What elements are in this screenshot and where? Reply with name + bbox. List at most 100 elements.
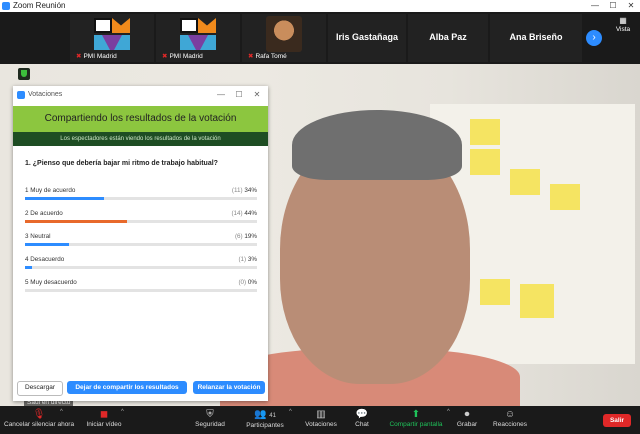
leave-meeting-button[interactable]: Salir <box>603 414 631 427</box>
participant-tile[interactable]: Iris Gastañaga <box>328 14 406 62</box>
shield-icon: ⛨ <box>206 409 214 420</box>
result-bar-fill <box>25 197 104 200</box>
participant-name: Iris Gastañaga <box>335 32 399 42</box>
result-bar-fill <box>25 220 128 223</box>
option-percent: 44% <box>244 210 257 217</box>
video-options-caret-icon[interactable]: ^ <box>121 409 124 415</box>
participant-tile[interactable]: ✖ PMI Madrid <box>70 14 154 62</box>
poll-question: 1. ¿Pienso que debería bajar mi ritmo de… <box>25 160 218 167</box>
share-caret-icon[interactable]: ^ <box>447 409 450 415</box>
option-label: 3 Neutral <box>25 233 51 240</box>
participant-tile[interactable]: Ana Briseño <box>490 14 582 62</box>
share-screen-button[interactable]: ⬆ Compartir pantalla <box>387 409 445 428</box>
poll-banner: Compartiendo los resultados de la votaci… <box>13 106 268 132</box>
sticky-note <box>520 284 554 318</box>
poll-footer: Descargar Dejar de compartir los resulta… <box>13 378 268 398</box>
participant-name: Ana Briseño <box>509 32 563 42</box>
sticky-note <box>550 184 580 210</box>
poll-maximize-button[interactable]: ☐ <box>231 86 247 104</box>
share-screen-icon: ⬆ <box>411 409 421 420</box>
poll-minimize-button[interactable]: — <box>213 86 229 104</box>
result-bar-track <box>25 243 257 246</box>
participants-count: 41 <box>269 413 276 419</box>
grid-icon: ▦ <box>619 16 627 25</box>
option-label: 5 Muy desacuerdo <box>25 279 77 286</box>
sticky-note <box>470 119 500 145</box>
result-bar-track <box>25 197 257 200</box>
participants-caret-icon[interactable]: ^ <box>289 409 292 415</box>
mic-muted-icon: ✖ <box>76 53 82 60</box>
chat-label: Chat <box>355 421 369 428</box>
result-bar-fill <box>25 266 32 269</box>
option-count: (1) <box>238 256 247 263</box>
reactions-button[interactable]: ☺ Reacciones <box>493 409 527 428</box>
option-label: 4 Desacuerdo <box>25 256 65 263</box>
record-label: Grabar <box>456 421 478 428</box>
participant-tile[interactable]: Alba Paz <box>408 14 488 62</box>
polls-label: Votaciones <box>305 421 337 428</box>
option-label: 1 Muy de acuerdo <box>25 187 76 194</box>
sticky-note <box>470 149 500 175</box>
participants-button[interactable]: 👥 41 Participantes <box>245 409 285 429</box>
option-count: (6) <box>234 233 243 240</box>
window-titlebar: Zoom Reunión — ☐ ✕ <box>0 0 640 12</box>
start-video-label: Iniciar vídeo <box>86 421 122 428</box>
stop-sharing-results-button[interactable]: Dejar de compartir los resultados <box>67 381 187 394</box>
option-percent: 19% <box>244 233 257 240</box>
result-bar-track <box>25 220 257 223</box>
participant-tile[interactable]: ✖ Rafa Tomé <box>242 14 326 62</box>
record-button[interactable]: ⏺ Grabar <box>456 409 478 428</box>
people-icon: 👥 <box>254 409 267 420</box>
poll-option: 1 Muy de acuerdo (11) 34% <box>25 187 257 205</box>
result-bar-fill <box>25 243 70 246</box>
poll-titlebar: Votaciones — ☐ ✕ <box>13 86 268 104</box>
unmute-button[interactable]: 🎙 Cancelar silenciar ahora <box>4 409 74 428</box>
unmute-label: Cancelar silenciar ahora <box>4 421 75 428</box>
chat-button[interactable]: 💬 Chat <box>352 409 372 428</box>
security-shield-icon[interactable] <box>18 68 30 80</box>
participant-tile[interactable]: ✖ PMI Madrid <box>156 14 240 62</box>
minimize-button[interactable]: — <box>586 0 604 12</box>
close-button[interactable]: ✕ <box>622 0 640 12</box>
result-bar-track <box>25 266 257 269</box>
participant-name: PMI Madrid <box>169 53 203 60</box>
speaker-hair <box>292 110 462 180</box>
poll-subbanner: Los espectadores están viendo los result… <box>13 132 268 146</box>
participant-name: Rafa Tomé <box>255 53 287 60</box>
participants-label: Participantes <box>246 422 284 429</box>
audio-options-caret-icon[interactable]: ^ <box>60 409 63 415</box>
participant-strip: ✖ PMI Madrid ✖ PMI Madrid ✖ Rafa Tomé Iris … <box>0 12 640 64</box>
download-button[interactable]: Descargar <box>17 381 63 396</box>
option-count: (11) <box>231 187 243 194</box>
bar-chart-icon: ▥ <box>316 409 326 420</box>
window-title: Zoom Reunión <box>13 1 66 10</box>
option-percent: 0% <box>247 279 257 286</box>
poll-option: 3 Neutral (6) 19% <box>25 233 257 251</box>
avatar <box>266 16 302 52</box>
maximize-button[interactable]: ☐ <box>604 0 622 12</box>
record-icon: ⏺ <box>464 409 470 420</box>
participant-name: PMI Madrid <box>83 53 117 60</box>
mic-muted-icon: 🎙 <box>32 409 46 420</box>
next-participants-button[interactable]: › <box>586 30 602 46</box>
option-count: (14) <box>231 210 243 217</box>
share-screen-label: Compartir pantalla <box>389 421 443 428</box>
poll-window: Votaciones — ☐ ✕ Compartiendo los result… <box>13 86 268 401</box>
chat-icon: 💬 <box>355 409 369 420</box>
video-off-icon: ◼ <box>99 409 109 420</box>
poll-close-button[interactable]: ✕ <box>249 86 265 104</box>
relaunch-poll-button[interactable]: Relanzar la votación <box>193 381 265 394</box>
option-percent: 34% <box>244 187 257 194</box>
pmi-logo-icon <box>178 16 218 52</box>
view-button[interactable]: ▦ Vista <box>608 16 638 38</box>
smiley-icon: ☺ <box>504 409 516 420</box>
zoom-logo-icon <box>2 2 10 10</box>
sticky-note <box>510 169 540 195</box>
sticky-note <box>480 279 510 305</box>
view-label: Vista <box>615 26 631 33</box>
start-video-button[interactable]: ◼ Iniciar vídeo <box>86 409 122 428</box>
mic-muted-icon: ✖ <box>162 53 168 60</box>
security-button[interactable]: ⛨ Seguridad <box>193 409 227 428</box>
polls-button[interactable]: ▥ Votaciones <box>305 409 337 428</box>
mic-muted-icon: ✖ <box>248 53 254 60</box>
